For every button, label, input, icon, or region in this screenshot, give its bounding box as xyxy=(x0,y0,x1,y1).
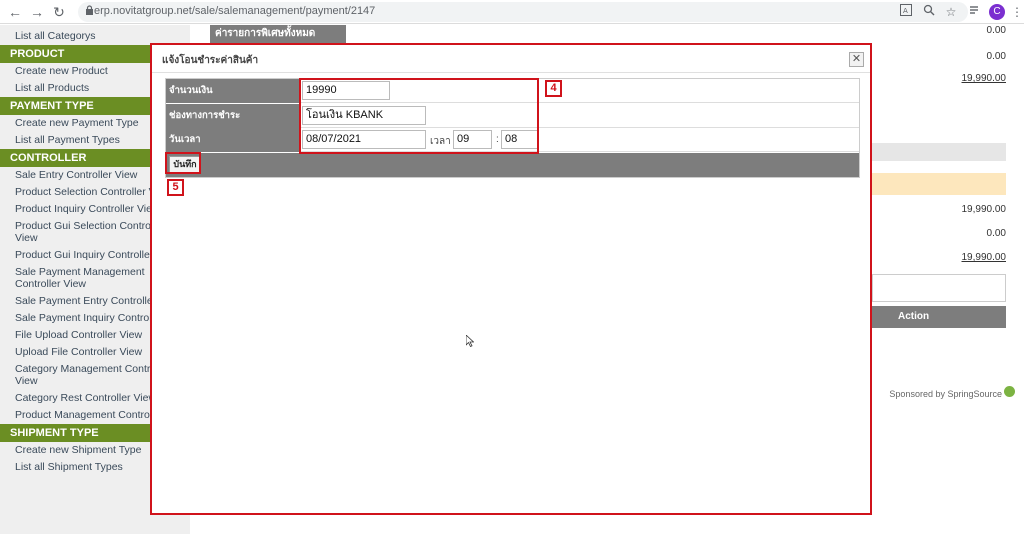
datetime-label: วันเวลา xyxy=(166,128,300,152)
mouse-cursor-icon xyxy=(466,335,474,347)
payment-notification-dialog: แจ้งโอนชำระค่าสินค้า ✕ จำนวนเงิน 19990 ช… xyxy=(150,43,872,515)
value-cell: 0.00 xyxy=(986,25,1006,36)
highlight-row xyxy=(872,173,1006,195)
browser-toolbar: ← → ↻ erp.novitatgroup.net/sale/salemana… xyxy=(0,0,1024,24)
sidebar-item-list-categorys[interactable]: List all Categorys xyxy=(0,25,190,45)
amount-label: จำนวนเงิน xyxy=(166,79,300,103)
zoom-icon[interactable] xyxy=(920,3,938,21)
action-header: Action xyxy=(872,306,1006,328)
dialog-header: แจ้งโอนชำระค่าสินค้า ✕ xyxy=(152,45,870,73)
action-label: Action xyxy=(898,311,930,322)
special-total-header: ค่ารายการพิเศษทั้งหมด xyxy=(210,25,346,43)
empty-box xyxy=(872,274,1006,302)
springsource-logo-icon xyxy=(1004,386,1015,397)
value-cell: 19,990.00 xyxy=(961,252,1007,263)
value-cell: 19,990.00 xyxy=(961,204,1007,215)
translate-icon[interactable]: A xyxy=(897,3,915,21)
close-icon[interactable]: ✕ xyxy=(849,52,864,67)
menu-icon[interactable]: ⋮ xyxy=(1008,3,1024,21)
annotation-label-4: 4 xyxy=(545,80,562,97)
back-icon[interactable]: ← xyxy=(6,3,24,21)
svg-text:A: A xyxy=(903,7,908,15)
section-bar xyxy=(872,143,1006,161)
sponsor-text: Sponsored by SpringSource xyxy=(889,389,1002,399)
annotation-box-5 xyxy=(165,152,201,174)
address-bar[interactable]: erp.novitatgroup.net/sale/salemanagement… xyxy=(78,2,968,22)
value-cell: 0.00 xyxy=(986,228,1006,239)
star-icon[interactable]: ☆ xyxy=(942,3,960,21)
value-cell: 19,990.00 xyxy=(961,73,1007,84)
annotation-box-4 xyxy=(299,78,539,154)
value-cell: 0.00 xyxy=(986,51,1006,62)
forward-icon[interactable]: → xyxy=(28,3,46,21)
annotation-label-5: 5 xyxy=(167,179,184,196)
reload-icon[interactable]: ↻ xyxy=(50,3,68,21)
profile-avatar[interactable]: C xyxy=(989,4,1005,20)
url-text: erp.novitatgroup.net/sale/salemanagement… xyxy=(94,5,376,17)
save-row: บันทึก xyxy=(166,153,859,177)
dialog-title: แจ้งโอนชำระค่าสินค้า xyxy=(162,55,259,66)
channel-label: ช่องทางการชำระ xyxy=(166,104,300,128)
reading-list-icon[interactable] xyxy=(966,3,984,21)
